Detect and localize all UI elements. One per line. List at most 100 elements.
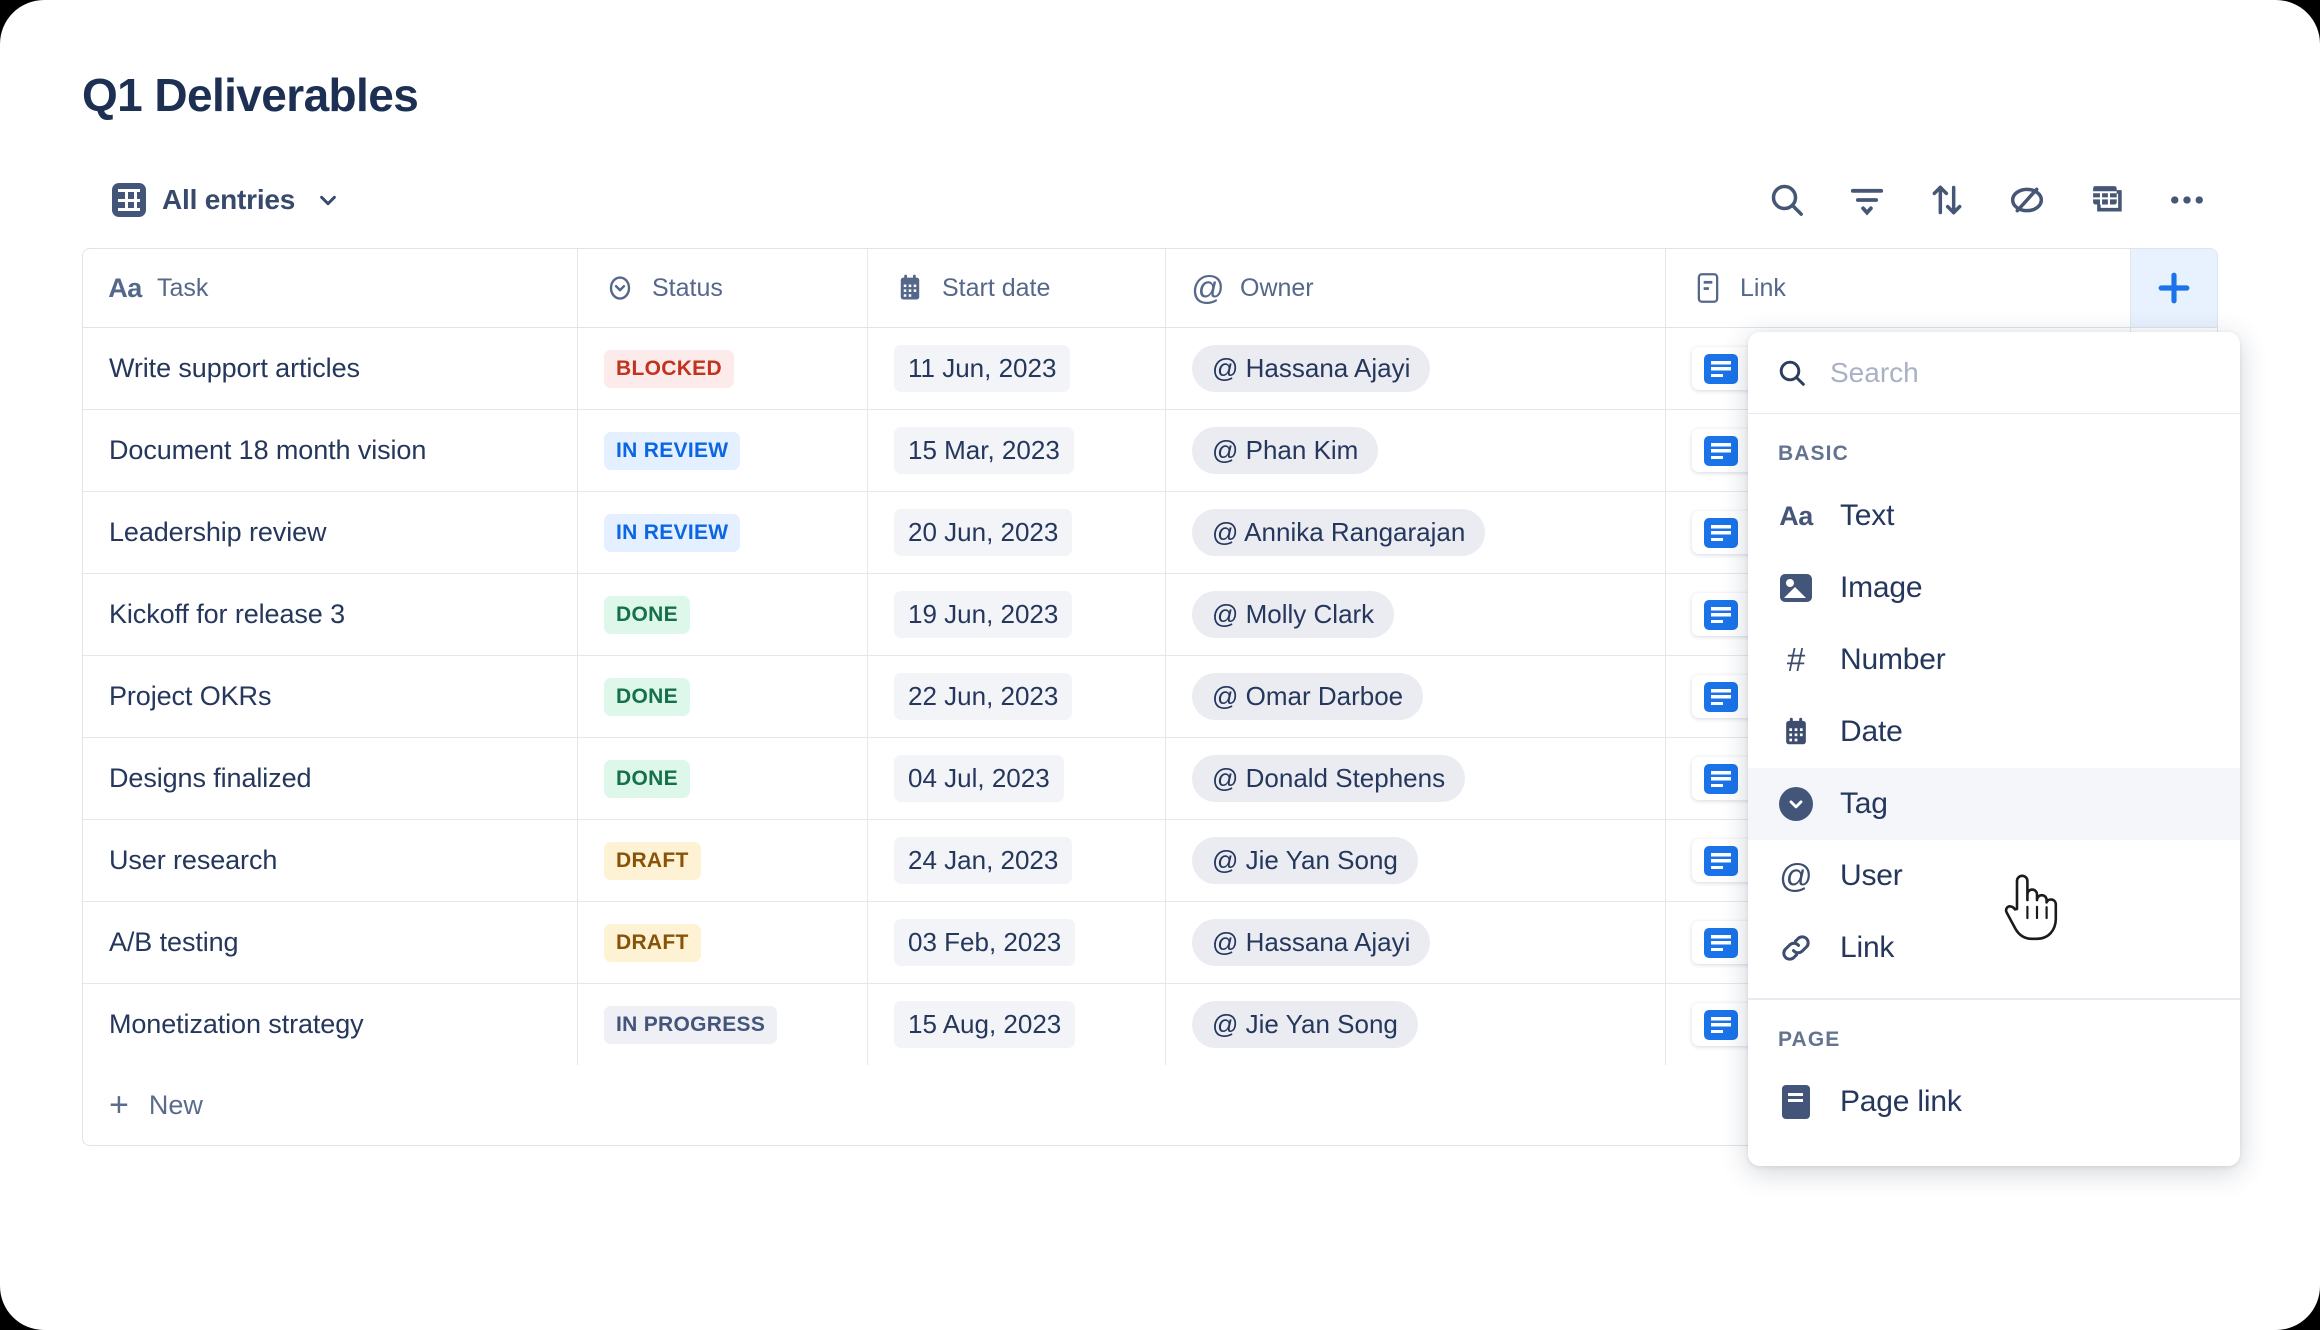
page-icon <box>1704 927 1738 958</box>
status-badge: IN PROGRESS <box>604 1005 778 1044</box>
app-window: Q1 Deliverables All entries Aa Task Stat… <box>0 0 2320 1330</box>
cell-owner[interactable]: @ Hassana Ajayi <box>1166 902 1666 983</box>
more-options-button[interactable] <box>2162 175 2212 225</box>
status-badge: IN REVIEW <box>604 513 741 552</box>
cell-start-date[interactable]: 03 Feb, 2023 <box>868 902 1166 983</box>
view-selector-label: All entries <box>162 184 296 215</box>
add-column-button[interactable] <box>2131 249 2217 327</box>
tag-circle-icon <box>604 272 636 304</box>
cell-owner[interactable]: @ Donald Stephens <box>1166 738 1666 819</box>
cell-owner[interactable]: @ Omar Darboe <box>1166 656 1666 737</box>
status-badge: IN REVIEW <box>604 431 741 470</box>
menu-item-number[interactable]: # Number <box>1748 624 2240 696</box>
cell-start-date[interactable]: 20 Jun, 2023 <box>868 492 1166 573</box>
cell-start-date[interactable]: 24 Jan, 2023 <box>868 820 1166 901</box>
cell-owner[interactable]: @ Phan Kim <box>1166 410 1666 491</box>
date-pill: 15 Mar, 2023 <box>894 427 1074 474</box>
task-name: Kickoff for release 3 <box>109 599 346 629</box>
page-icon <box>1704 681 1738 712</box>
at-icon-wrap: @ <box>1778 857 1814 894</box>
cell-owner[interactable]: @ Molly Clark <box>1166 574 1666 655</box>
menu-item-image[interactable]: Image <box>1748 552 2240 624</box>
column-header-link[interactable]: Link <box>1666 249 2131 327</box>
calendar-icon-wrap <box>1778 714 1814 750</box>
column-header-status[interactable]: Status <box>578 249 868 327</box>
sort-button[interactable] <box>1922 175 1972 225</box>
column-header-start-date[interactable]: Start date <box>868 249 1166 327</box>
cell-task[interactable]: Write support articles <box>83 328 578 409</box>
task-name: Leadership review <box>109 517 327 547</box>
toolbar: All entries <box>82 172 2218 228</box>
page-icon <box>1692 272 1724 304</box>
menu-search-row[interactable] <box>1748 332 2240 414</box>
cell-status[interactable]: DONE <box>578 738 868 819</box>
menu-item-label: Image <box>1840 571 1923 604</box>
menu-item-label: Date <box>1840 715 1903 748</box>
cell-status[interactable]: DRAFT <box>578 820 868 901</box>
menu-item-link[interactable]: Link <box>1748 912 2240 984</box>
date-pill: 11 Jun, 2023 <box>894 345 1071 392</box>
cell-task[interactable]: Document 18 month vision <box>83 410 578 491</box>
hide-fields-button[interactable] <box>2002 175 2052 225</box>
cell-status[interactable]: DRAFT <box>578 902 868 983</box>
column-header-link-label: Link <box>1740 273 1786 302</box>
cell-status[interactable]: DONE <box>578 574 868 655</box>
page-icon <box>1704 517 1738 548</box>
cell-task[interactable]: Kickoff for release 3 <box>83 574 578 655</box>
cell-status[interactable]: IN REVIEW <box>578 410 868 491</box>
cell-status[interactable]: DONE <box>578 656 868 737</box>
view-selector[interactable]: All entries <box>82 174 349 226</box>
menu-item-text[interactable]: Aa Text <box>1748 480 2240 552</box>
menu-item-label: Tag <box>1840 787 1888 820</box>
search-icon <box>1771 184 1803 216</box>
page-icon <box>1704 435 1738 466</box>
table-view-button[interactable] <box>2082 175 2132 225</box>
filter-button[interactable] <box>1842 175 1892 225</box>
cell-start-date[interactable]: 22 Jun, 2023 <box>868 656 1166 737</box>
status-badge: DONE <box>604 677 690 716</box>
cell-owner[interactable]: @ Jie Yan Song <box>1166 820 1666 901</box>
page-title: Q1 Deliverables <box>82 69 419 121</box>
cell-start-date[interactable]: 19 Jun, 2023 <box>868 574 1166 655</box>
menu-search-input[interactable] <box>1830 356 2212 389</box>
cell-start-date[interactable]: 15 Mar, 2023 <box>868 410 1166 491</box>
search-button[interactable] <box>1762 175 1812 225</box>
page-icon <box>1704 763 1738 794</box>
cell-owner[interactable]: @ Hassana Ajayi <box>1166 328 1666 409</box>
cell-status[interactable]: IN PROGRESS <box>578 984 868 1065</box>
menu-body: BASIC Aa Text Image # Number Date Tag @ User Link P… <box>1748 414 2240 1138</box>
page-icon <box>1782 1084 1810 1119</box>
owner-pill: @ Donald Stephens <box>1192 755 1466 802</box>
cell-task[interactable]: Monetization strategy <box>83 984 578 1065</box>
cell-start-date[interactable]: 04 Jul, 2023 <box>868 738 1166 819</box>
menu-item-date[interactable]: Date <box>1748 696 2240 768</box>
menu-item-label: Text <box>1840 499 1895 532</box>
date-pill: 03 Feb, 2023 <box>894 919 1076 966</box>
page-icon <box>1704 599 1738 630</box>
column-header-owner[interactable]: @ Owner <box>1166 249 1666 327</box>
menu-section-heading: BASIC <box>1778 442 1849 465</box>
owner-pill: @ Hassana Ajayi <box>1192 345 1431 392</box>
cell-owner[interactable]: @ Annika Rangarajan <box>1166 492 1666 573</box>
cell-task[interactable]: Designs finalized <box>83 738 578 819</box>
cell-owner[interactable]: @ Jie Yan Song <box>1166 984 1666 1065</box>
date-pill: 04 Jul, 2023 <box>894 755 1064 802</box>
task-name: Document 18 month vision <box>109 435 427 465</box>
cell-task[interactable]: Leadership review <box>83 492 578 573</box>
menu-item-page-link[interactable]: Page link <box>1748 1066 2240 1138</box>
owner-pill: @ Molly Clark <box>1192 591 1395 638</box>
page-icon <box>1704 1009 1738 1040</box>
at-icon: @ <box>1779 857 1813 894</box>
task-name: Project OKRs <box>109 681 272 711</box>
cell-task[interactable]: User research <box>83 820 578 901</box>
cell-start-date[interactable]: 15 Aug, 2023 <box>868 984 1166 1065</box>
column-header-task-label: Task <box>157 273 209 302</box>
menu-item-tag[interactable]: Tag <box>1748 768 2240 840</box>
cell-task[interactable]: A/B testing <box>83 902 578 983</box>
cell-status[interactable]: IN REVIEW <box>578 492 868 573</box>
cell-status[interactable]: BLOCKED <box>578 328 868 409</box>
menu-item-user[interactable]: @ User <box>1748 840 2240 912</box>
cell-start-date[interactable]: 11 Jun, 2023 <box>868 328 1166 409</box>
cell-task[interactable]: Project OKRs <box>83 656 578 737</box>
column-header-task[interactable]: Aa Task <box>83 249 578 327</box>
